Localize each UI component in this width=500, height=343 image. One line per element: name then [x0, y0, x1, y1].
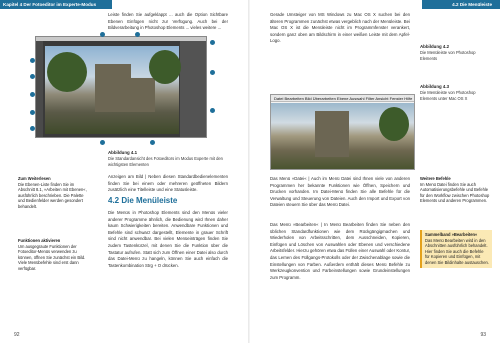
callout-marker	[210, 70, 215, 75]
left-intro-text: Leiste finden Sie aufgeklappt ... auch d…	[108, 12, 228, 31]
page-number: 92	[14, 332, 20, 338]
editor-panel-bin	[180, 41, 206, 137]
sidebar-note-1: Zum Weiterlesen Die Ebenen-Liste finden …	[18, 176, 90, 210]
tree-left	[47, 52, 87, 92]
temple-photo	[45, 46, 181, 134]
callout-marker	[30, 126, 35, 131]
mac-menubar-screenshot: Datei Bearbeiten Bild Überarbeiten Ebene…	[270, 94, 415, 170]
sidebar-note-2: Funktionen aktivieren Um ausgegraute Fun…	[18, 238, 90, 272]
sidebar-note-1: Weitere Befehle Im Menü Datei finden Sie…	[420, 176, 490, 204]
right-header-title: 4.2 Die Menüleiste	[452, 2, 492, 7]
figure-text: Die Menüleiste von Photoshop Elements	[420, 50, 476, 61]
figure-4-1-caption: Abbildung 4.1 Die Standardansicht des Fo…	[108, 150, 228, 167]
sidebar-text: Um ausgegraute Funktionen der Fotoeditor…	[18, 243, 86, 271]
figure-text: Die Standardansicht des Fotoeditors im M…	[108, 156, 223, 167]
bearbeiten-menu-paragraph: Das Menü »Bearbeiten« | In Menü Bearbeit…	[270, 222, 410, 280]
left-page: Kapitel 4 Der Fotoeditor im Experte-Modu…	[0, 0, 250, 343]
section-title: 4.2 Die Menüleiste	[108, 196, 178, 205]
left-header-title: Kapitel 4 Der Fotoeditor im Experte-Modu…	[3, 2, 97, 7]
right-intro-text: Gerade Umsteiger von MS Windows zu Mac O…	[270, 12, 410, 44]
highlight-text: Das Menü Bearbeiten wird in den Abschnit…	[425, 237, 489, 265]
callout-marker	[30, 92, 35, 97]
callout-marker	[30, 74, 35, 79]
anchor-paragraph: Anzeigen am Bild | Neben diesen Standard…	[108, 174, 228, 193]
tree-right	[379, 107, 409, 141]
section-body: Die Menüs in Photoshop Elements sind den…	[108, 210, 228, 268]
callout-marker	[210, 40, 215, 45]
editor-toolbox	[36, 41, 43, 137]
callout-marker	[100, 32, 105, 37]
sidebar-text: Die Ebenen-Liste finden Sie im Abschnitt…	[18, 181, 87, 209]
ruin-wall	[131, 78, 155, 112]
sidebar-text: Im Menü Datei finden Sie auch Automatisi…	[420, 181, 490, 204]
page-number: 93	[480, 332, 486, 338]
figure-4-2-caption: Abbildung 4.2 Die Menüleiste von Photosh…	[420, 44, 490, 61]
right-page: 4.2 Die Menüleiste Gerade Umsteiger von …	[250, 0, 500, 343]
highlight-note: Sammelband »Bearbeiten« Das Menü Bearbei…	[420, 230, 492, 268]
callout-marker	[210, 108, 215, 113]
callout-marker	[135, 32, 140, 37]
temple-photo	[271, 103, 414, 169]
ruin-tower	[315, 111, 349, 157]
callout-marker	[30, 58, 35, 63]
ruin-tower	[95, 64, 131, 112]
callout-marker	[30, 110, 35, 115]
mac-menubar: Datei Bearbeiten Bild Überarbeiten Ebene…	[271, 95, 414, 102]
tree-right	[149, 50, 181, 84]
figure-4-3-caption: Abbildung 4.3 Die Menüleiste von Photosh…	[420, 84, 490, 101]
editor-screenshot	[35, 36, 207, 138]
datei-menu-paragraph: Das Menü »Datei« | Auch im Menü Datei si…	[270, 176, 410, 208]
callout-marker	[150, 140, 155, 145]
figure-text: Die Menüleiste von Photoshop Elements un…	[420, 90, 476, 101]
callout-marker	[100, 140, 105, 145]
